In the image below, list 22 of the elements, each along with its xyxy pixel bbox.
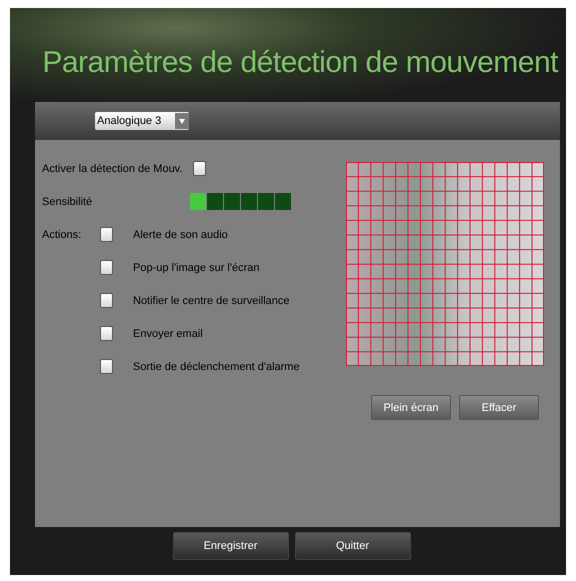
- preview-button[interactable]: Plein écran: [371, 395, 451, 420]
- action-checkbox[interactable]: [100, 326, 113, 341]
- action-checkbox[interactable]: [100, 359, 113, 374]
- action-checkbox[interactable]: [100, 293, 113, 308]
- action-checkbox[interactable]: [100, 227, 113, 242]
- action-checkbox[interactable]: [100, 260, 113, 275]
- action-label: Notifier le centre de surveillance: [133, 294, 290, 306]
- enable-label: Activer la détection de Mouv.: [42, 162, 184, 174]
- page-title: Paramètres de détection de mouvement: [42, 46, 558, 80]
- dropdown-arrow-icon: [179, 118, 185, 124]
- camera-dropdown[interactable]: Analogique 3: [95, 112, 189, 130]
- actions-label: Actions:: [42, 228, 82, 240]
- sensitivity-label: Sensibilité: [42, 196, 94, 208]
- footer-button[interactable]: Quitter: [294, 532, 410, 560]
- action-label: Pop-up l'image sur l'écran: [133, 262, 260, 274]
- footer-button[interactable]: Enregistrer: [172, 532, 288, 560]
- sensitivity-meter[interactable]: [190, 193, 291, 210]
- action-label: Sortie de déclenchement d'alarme: [133, 360, 300, 372]
- preview-button[interactable]: Effacer: [459, 395, 539, 420]
- enable-checkbox[interactable]: [193, 161, 206, 176]
- action-label: Envoyer email: [133, 328, 203, 340]
- action-label: Alerte de son audio: [133, 228, 228, 240]
